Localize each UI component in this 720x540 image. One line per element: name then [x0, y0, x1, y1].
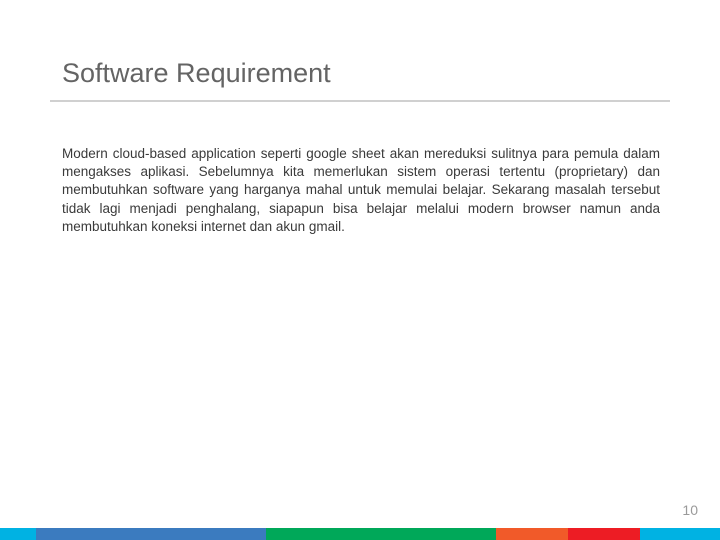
stripe-seg-0: [0, 528, 36, 540]
slide: Software Requirement Modern cloud-based …: [0, 0, 720, 540]
title-underline: [50, 100, 670, 102]
stripe-seg-3: [496, 528, 568, 540]
slide-title: Software Requirement: [62, 58, 331, 89]
stripe-seg-4: [568, 528, 640, 540]
stripe-seg-5: [640, 528, 720, 540]
footer-stripe: [0, 528, 720, 540]
stripe-seg-1: [36, 528, 266, 540]
slide-body: Modern cloud-based application seperti g…: [62, 145, 660, 236]
page-number: 10: [682, 502, 698, 518]
stripe-seg-2: [266, 528, 496, 540]
